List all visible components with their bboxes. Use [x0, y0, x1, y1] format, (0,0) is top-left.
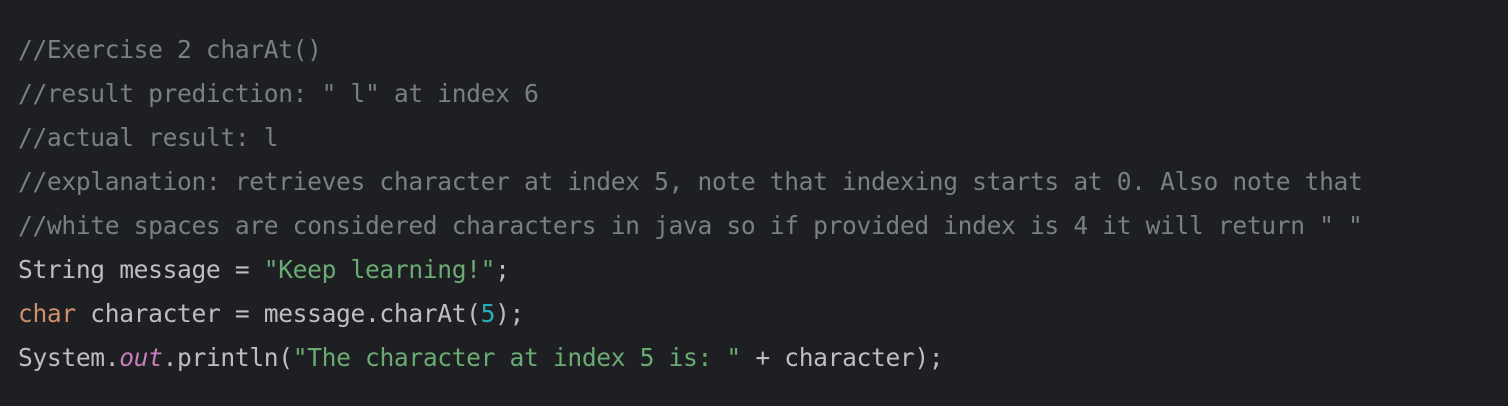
comment-token: //result prediction: " l" at index 6 [18, 79, 539, 108]
concat-token: + character); [740, 343, 944, 372]
code-line-8: System.out.println("The character at ind… [18, 336, 1508, 380]
code-line-1: //Exercise 2 charAt() [18, 28, 1508, 72]
string-literal: "The character at index 5 is: " [292, 343, 742, 372]
method-call-token: .println( [162, 343, 293, 372]
keyword-token: char [18, 299, 76, 328]
code-editor[interactable]: //Exercise 2 charAt() //result predictio… [0, 0, 1508, 406]
string-literal: "Keep learning!" [263, 255, 496, 284]
code-line-3: //actual result: l [18, 116, 1508, 160]
code-line-5: //white spaces are considered characters… [18, 204, 1508, 248]
number-literal: 5 [480, 299, 496, 328]
code-line-2: //result prediction: " l" at index 6 [18, 72, 1508, 116]
comment-token: //Exercise 2 charAt() [18, 35, 322, 64]
expression-token: character = message.charAt( [75, 299, 481, 328]
code-line-7: char character = message.charAt(5); [18, 292, 1508, 336]
declaration-token: String message = [18, 255, 264, 284]
semicolon-token: ; [495, 255, 510, 284]
comment-token: //actual result: l [18, 123, 279, 152]
comment-token: //white spaces are considered characters… [18, 211, 1363, 240]
static-field-token: out [119, 343, 163, 372]
closing-token: ); [495, 299, 525, 328]
comment-token: //explanation: retrieves character at in… [18, 167, 1363, 196]
class-token: System. [18, 343, 120, 372]
code-line-4: //explanation: retrieves character at in… [18, 160, 1508, 204]
code-line-6: String message = "Keep learning!"; [18, 248, 1508, 292]
